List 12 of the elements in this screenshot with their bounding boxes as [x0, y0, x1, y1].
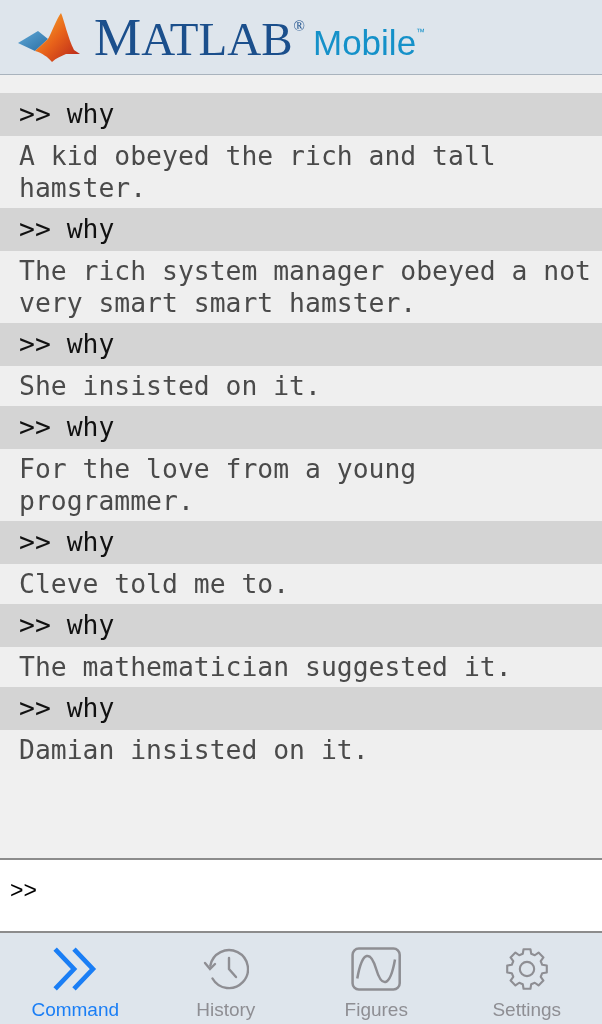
product-name: Mobile$^{™}$ [313, 24, 426, 60]
tab-bar-item[interactable]: Figures [301, 933, 452, 1024]
peak-surface-logo-icon [18, 12, 80, 62]
gear-icon [504, 947, 549, 991]
clock-icon [202, 947, 249, 991]
brand-wordmark: MATLAB$^{®}$ [94, 10, 305, 64]
tab-bar-item[interactable]: Settings [451, 933, 602, 1024]
double-chevron-icon [52, 947, 99, 991]
sine-wave-plot-icon [351, 947, 402, 991]
command-input-field[interactable]: >> [0, 858, 602, 933]
tab-bar-item[interactable]: Command [0, 933, 151, 1024]
tab-bar-item[interactable]: History [150, 933, 301, 1024]
